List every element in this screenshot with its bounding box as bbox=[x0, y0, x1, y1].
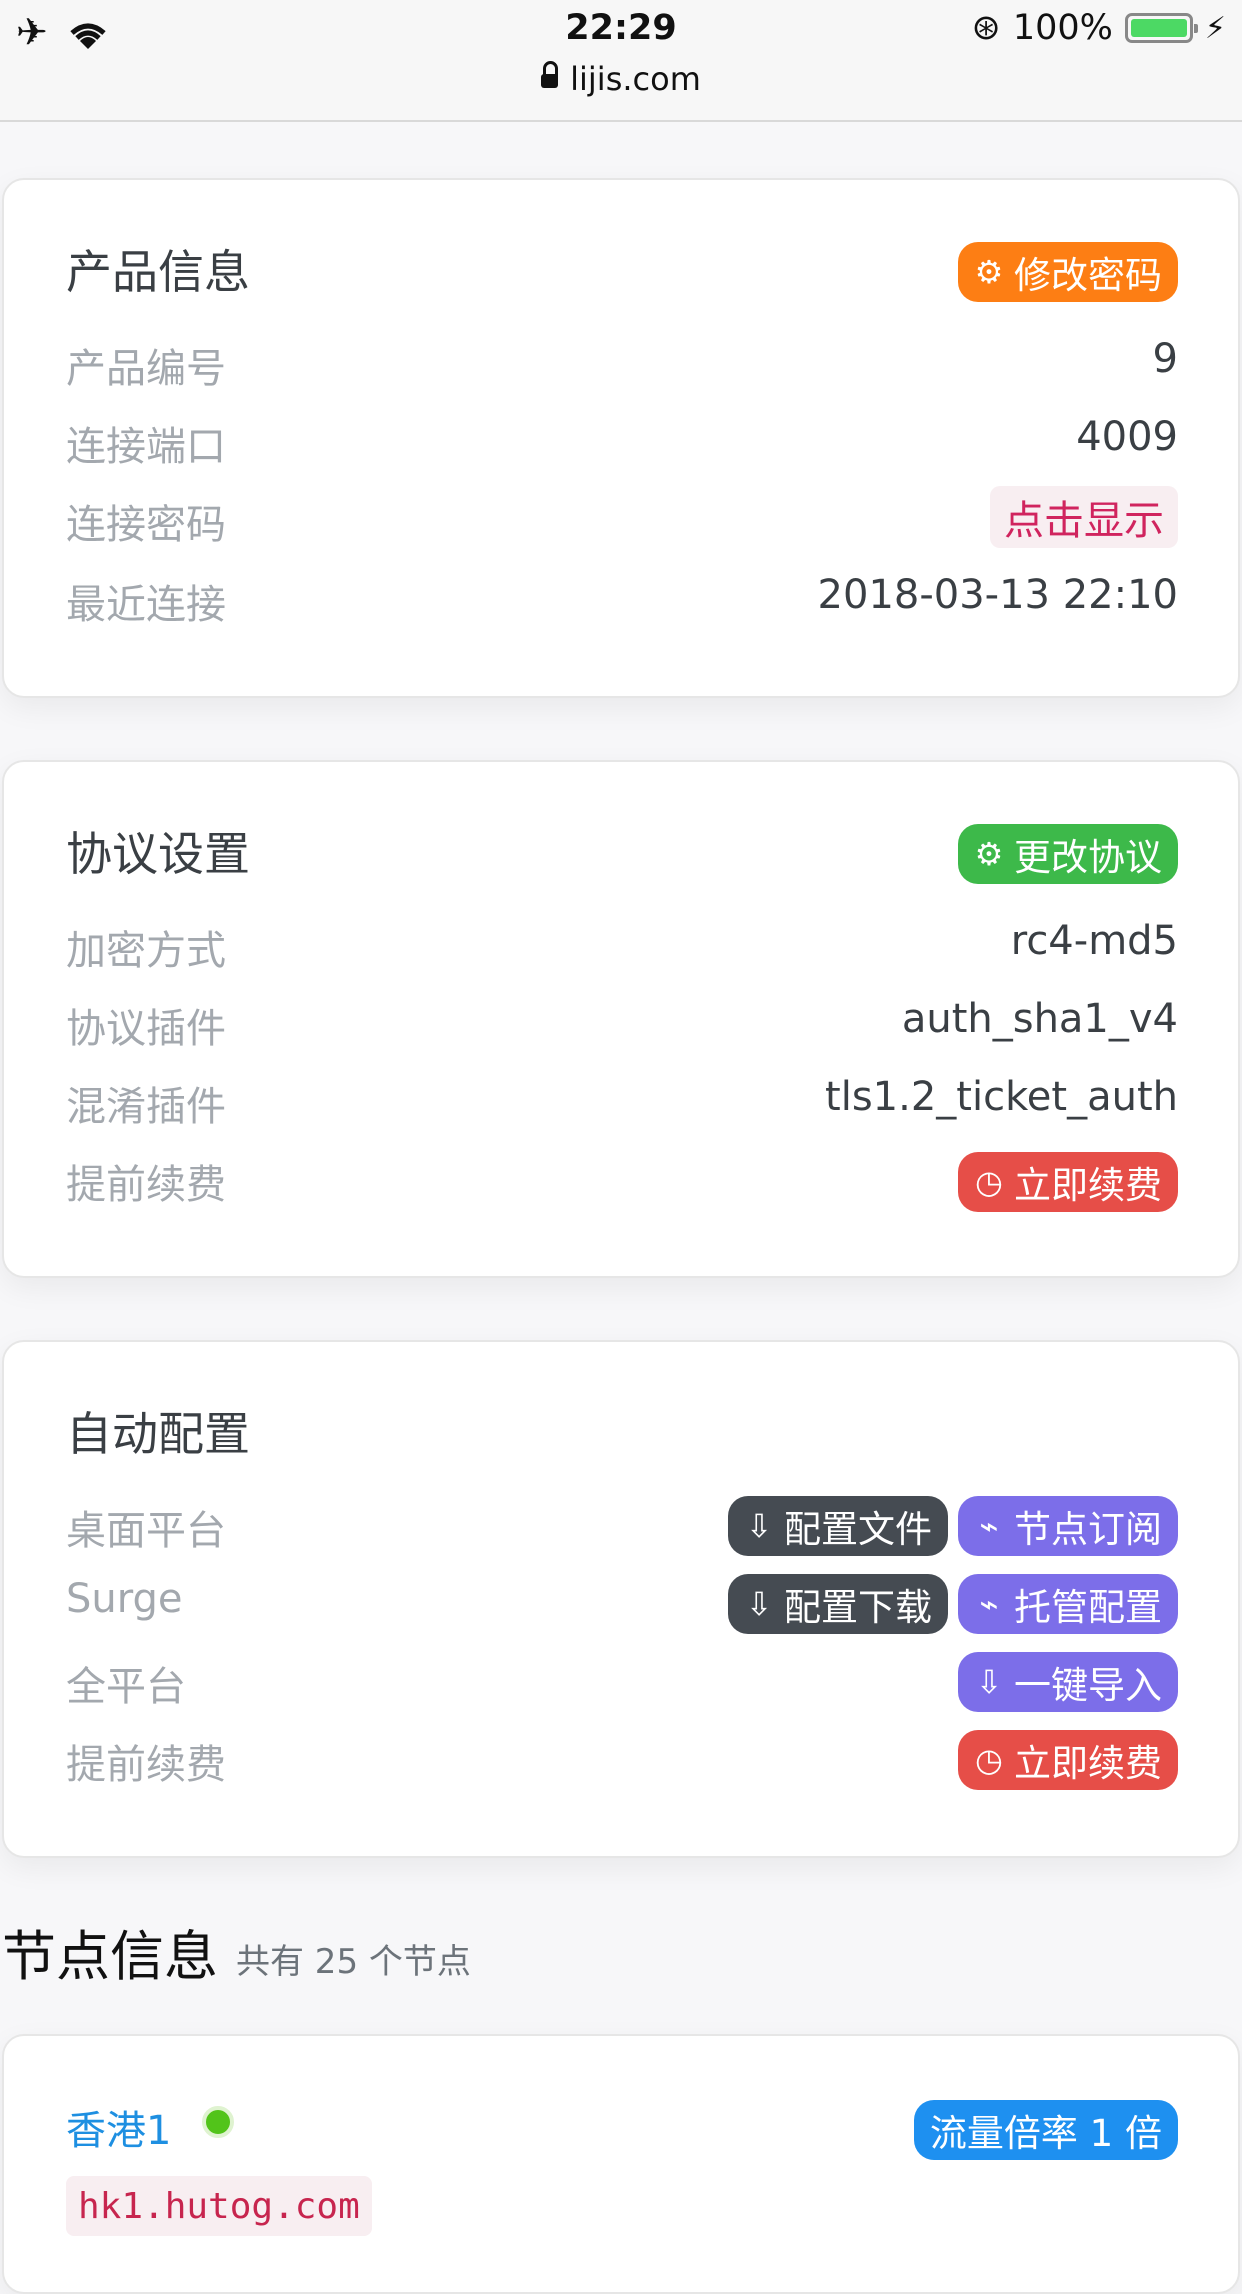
change-password-button[interactable]: ⚙ 修改密码 bbox=[958, 242, 1178, 302]
product-info-card: 产品信息 ⚙ 修改密码 产品编号 9 连接端口 4009 连接密码 点击显示 最近… bbox=[2, 178, 1240, 698]
battery-icon bbox=[1124, 13, 1198, 43]
encryption-value: rc4-md5 bbox=[1010, 918, 1178, 964]
url-text: lijis.com bbox=[570, 60, 701, 98]
node-host: hk1.hutog.com bbox=[66, 2176, 372, 2236]
desktop-label: 桌面平台 bbox=[66, 1508, 226, 1554]
gear-icon: ⚙ bbox=[974, 253, 1004, 291]
clock-icon: ◷ bbox=[975, 1741, 1003, 1779]
node-name[interactable]: 香港1 bbox=[66, 2098, 171, 2156]
config-file-button[interactable]: ⇩ 配置文件 bbox=[728, 1496, 948, 1556]
last-connect-value: 2018-03-13 22:10 bbox=[817, 572, 1178, 618]
obfs-plugin-label: 混淆插件 bbox=[66, 1084, 226, 1130]
download-icon: ⇩ bbox=[745, 1585, 773, 1623]
node-count: 共有 25 个节点 bbox=[236, 1942, 471, 1982]
traffic-rate-badge: 流量倍率 1 倍 bbox=[913, 2100, 1178, 2160]
renew-label: 提前续费 bbox=[66, 1162, 226, 1208]
port-value: 4009 bbox=[1076, 414, 1178, 460]
node-card: 香港1 流量倍率 1 倍 hk1.hutog.com bbox=[2, 2034, 1240, 2294]
status-bar: ✈ 22:29 lijis.com ⊛ 100% ⚡ bbox=[0, 0, 1242, 122]
rotation-lock-icon: ⊛ bbox=[971, 8, 1001, 48]
node-subscribe-button[interactable]: ⌁ 节点订阅 bbox=[958, 1496, 1178, 1556]
managed-config-button[interactable]: ⌁ 托管配置 bbox=[958, 1574, 1178, 1634]
surge-label: Surge bbox=[66, 1576, 183, 1622]
node-info-title: 节点信息 bbox=[2, 1925, 218, 1988]
download-icon: ⇩ bbox=[975, 1663, 1003, 1701]
product-id-label: 产品编号 bbox=[66, 346, 226, 392]
show-password-button[interactable]: 点击显示 bbox=[990, 486, 1178, 548]
protocol-settings-title: 协议设置 bbox=[66, 827, 250, 881]
one-click-import-button[interactable]: ⇩ 一键导入 bbox=[958, 1652, 1178, 1712]
password-label: 连接密码 bbox=[66, 502, 226, 548]
battery-percent: 100% bbox=[1012, 8, 1113, 48]
online-status-dot bbox=[202, 2106, 234, 2138]
rss-icon: ⌁ bbox=[979, 1585, 999, 1623]
auto-config-card: 自动配置 桌面平台 ⌁ 节点订阅 ⇩ 配置文件 Surge ⌁ 托管配置 ⇩ 配置下载 … bbox=[2, 1340, 1240, 1858]
obfs-plugin-value: tls1.2_ticket_auth bbox=[825, 1074, 1178, 1120]
port-label: 连接端口 bbox=[66, 424, 226, 470]
config-download-button[interactable]: ⇩ 配置下载 bbox=[728, 1574, 948, 1634]
renew-now-button[interactable]: ◷ 立即续费 bbox=[958, 1730, 1178, 1790]
lock-icon bbox=[541, 61, 559, 88]
gear-icon: ⚙ bbox=[974, 835, 1004, 873]
rss-icon: ⌁ bbox=[979, 1507, 999, 1545]
status-right: ⊛ 100% ⚡ bbox=[972, 8, 1226, 48]
charging-icon: ⚡ bbox=[1204, 10, 1226, 46]
product-info-title: 产品信息 bbox=[66, 245, 250, 299]
protocol-plugin-value: auth_sha1_v4 bbox=[901, 996, 1178, 1042]
renew-label: 提前续费 bbox=[66, 1742, 226, 1788]
auto-config-title: 自动配置 bbox=[66, 1407, 250, 1461]
renew-now-button[interactable]: ◷ 立即续费 bbox=[958, 1152, 1178, 1212]
change-protocol-button[interactable]: ⚙ 更改协议 bbox=[958, 824, 1178, 884]
product-id-value: 9 bbox=[1152, 336, 1178, 382]
all-platform-label: 全平台 bbox=[66, 1664, 186, 1710]
last-connect-label: 最近连接 bbox=[66, 582, 226, 628]
protocol-plugin-label: 协议插件 bbox=[66, 1006, 226, 1052]
clock-icon: ◷ bbox=[975, 1163, 1003, 1201]
protocol-settings-card: 协议设置 ⚙ 更改协议 加密方式 rc4-md5 协议插件 auth_sha1_v… bbox=[2, 760, 1240, 1278]
encryption-label: 加密方式 bbox=[66, 928, 226, 974]
address-bar[interactable]: lijis.com bbox=[0, 60, 1242, 98]
download-icon: ⇩ bbox=[745, 1507, 773, 1545]
